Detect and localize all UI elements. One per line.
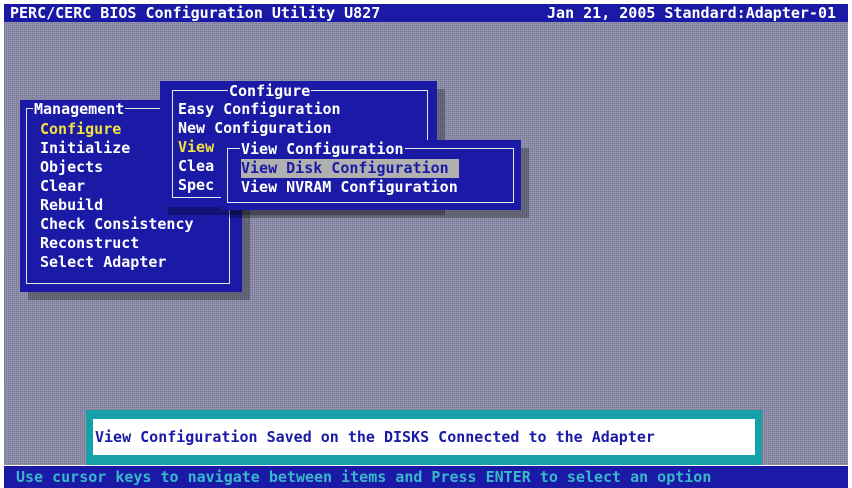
menu-item-check-consistency[interactable]: Check Consistency (40, 215, 194, 234)
menu-item-easy-configuration[interactable]: Easy Configuration (178, 100, 341, 119)
view-configuration-menu-title: View Configuration (240, 140, 405, 158)
menu-item-configure[interactable]: Configure (40, 120, 121, 139)
hint-text: View Configuration Saved on the DISKS Co… (92, 418, 756, 456)
menu-item-objects[interactable]: Objects (40, 158, 103, 177)
menu-item-rebuild[interactable]: Rebuild (40, 196, 103, 215)
date-adapter-info: Jan 21, 2005 Standard:Adapter-01 (547, 4, 836, 22)
menu-item-clear-configuration[interactable]: Clea (178, 157, 214, 176)
configure-menu-title: Configure (228, 82, 312, 100)
management-menu-title: Management (33, 100, 126, 118)
menu-item-initialize[interactable]: Initialize (40, 139, 130, 158)
hint-panel: View Configuration Saved on the DISKS Co… (86, 410, 762, 465)
menu-item-specify-hot-spare[interactable]: Spec (178, 176, 214, 195)
menu-item-select-adapter[interactable]: Select Adapter (40, 253, 166, 272)
menu-item-view-configuration[interactable]: View (178, 138, 214, 157)
menu-item-new-configuration[interactable]: New Configuration (178, 119, 332, 138)
status-bar: Use cursor keys to navigate between item… (4, 466, 848, 488)
view-configuration-menu: View Configuration View Disk Configurati… (221, 140, 521, 210)
menu-item-clear[interactable]: Clear (40, 177, 85, 196)
menu-item-reconstruct[interactable]: Reconstruct (40, 234, 139, 253)
menu-item-view-nvram-configuration[interactable]: View NVRAM Configuration (241, 178, 458, 197)
status-bar-text: Use cursor keys to navigate between item… (16, 468, 712, 486)
app-title: PERC/CERC BIOS Configuration Utility U82… (10, 4, 381, 22)
title-bar: PERC/CERC BIOS Configuration Utility U82… (4, 4, 848, 22)
menu-item-view-disk-configuration[interactable]: View Disk Configuration (241, 159, 459, 178)
